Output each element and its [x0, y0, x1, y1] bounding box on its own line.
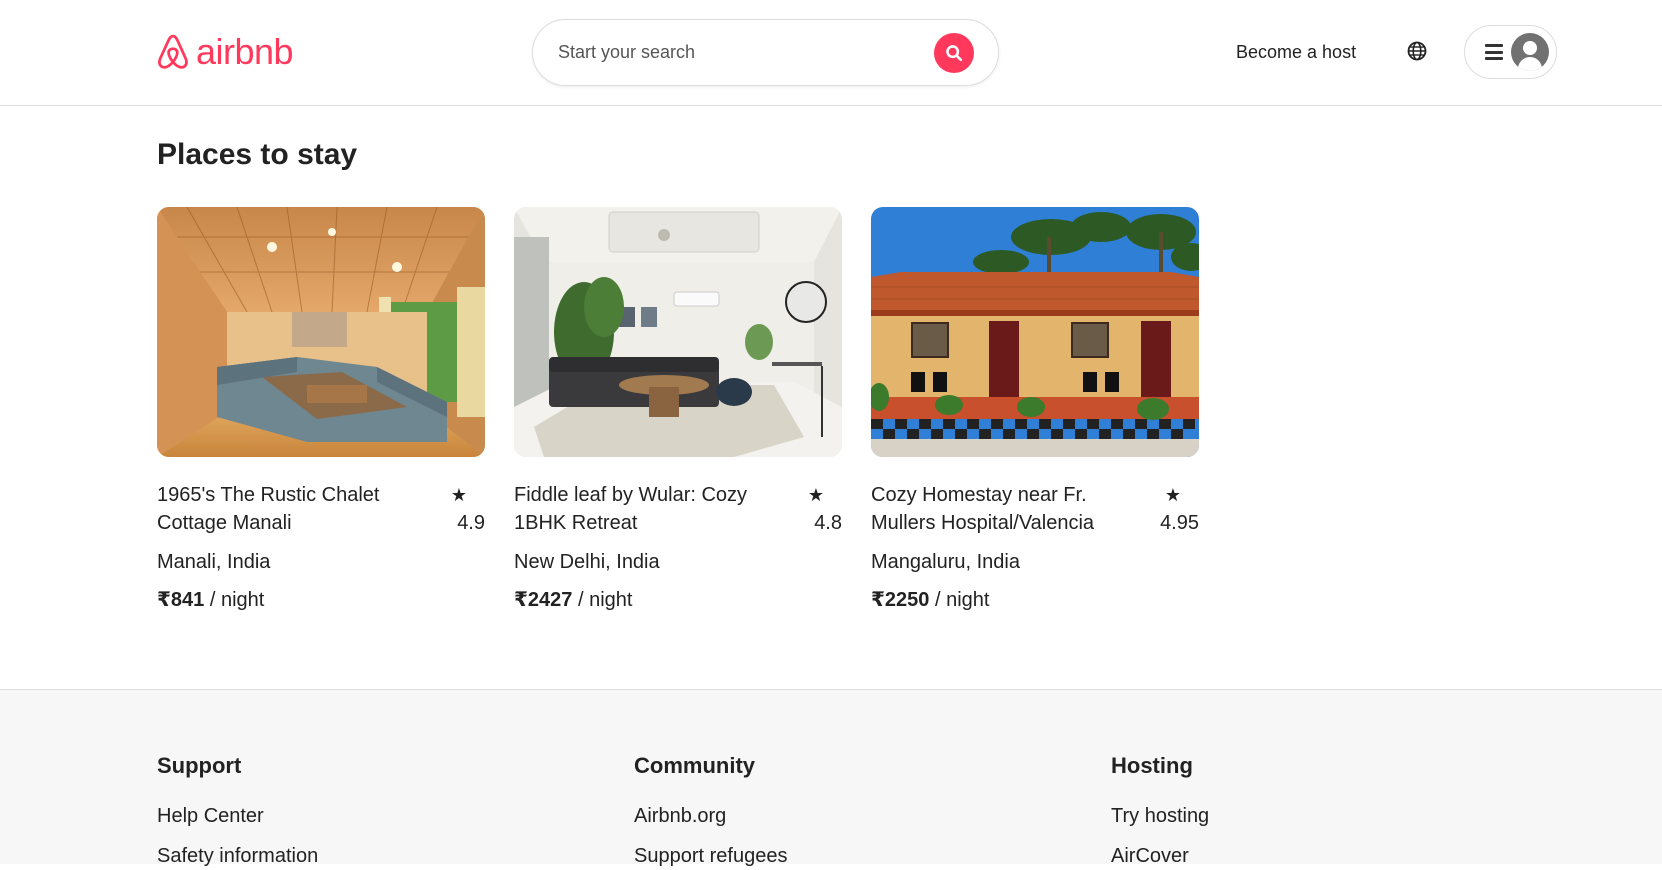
star-icon: ★	[450, 485, 468, 505]
star-icon: ★	[807, 485, 825, 505]
listing-title: 1965's The Rustic Chalet Cottage Manali	[157, 484, 380, 534]
become-host-link[interactable]: Become a host	[1236, 40, 1356, 64]
menu-icon	[1485, 44, 1503, 60]
site-footer: Support Help Center Safety information C…	[0, 689, 1662, 867]
listing-location: New Delhi, India	[514, 551, 660, 573]
price-amount: ₹2427	[514, 589, 573, 611]
footer-column-support: Support Help Center Safety information	[157, 752, 318, 870]
listing-location: Mangaluru, India	[871, 551, 1020, 573]
price-amount: ₹841	[157, 589, 205, 611]
user-menu-button[interactable]	[1464, 25, 1557, 79]
footer-link-support-refugees[interactable]: Support refugees	[634, 842, 787, 870]
footer-link-airbnb-org[interactable]: Airbnb.org	[634, 802, 787, 830]
airbnb-logo[interactable]: airbnb	[156, 31, 294, 72]
avatar-icon	[1511, 33, 1549, 71]
listing-price: ₹2427 / night	[514, 586, 842, 614]
rating-value: 4.95	[1160, 512, 1199, 534]
listing-card[interactable]: 1965's The Rustic Chalet Cottage Manali …	[157, 207, 485, 614]
footer-heading: Hosting	[1111, 753, 1193, 778]
logo-text: airbnb	[196, 31, 294, 72]
price-amount: ₹2250	[871, 589, 930, 611]
page-title: Places to stay	[157, 138, 358, 171]
listing-price: ₹841 / night	[157, 586, 485, 614]
footer-column-community: Community Airbnb.org Support refugees	[634, 752, 787, 870]
listing-photo[interactable]	[871, 207, 1199, 457]
listing-title: Cozy Homestay near Fr. Mullers Hospital/…	[871, 484, 1095, 534]
airbnb-logo-icon	[158, 34, 188, 69]
rating-value: 4.8	[814, 512, 842, 534]
listing-rating: ★ 4.95	[1147, 481, 1199, 537]
top-header: airbnb Become a host	[0, 0, 1662, 106]
listing-rating: ★ 4.9	[433, 481, 485, 537]
price-unit: / night	[204, 589, 265, 611]
footer-column-hosting: Hosting Try hosting AirCover	[1111, 752, 1209, 870]
star-icon: ★	[1164, 485, 1182, 505]
footer-link-help-center[interactable]: Help Center	[157, 802, 318, 830]
listing-card[interactable]: Fiddle leaf by Wular: Cozy 1BHK Retreat …	[514, 207, 842, 614]
footer-heading: Community	[634, 753, 755, 778]
search-bar[interactable]	[532, 19, 999, 86]
listing-photo[interactable]	[157, 207, 485, 457]
listing-title: Fiddle leaf by Wular: Cozy 1BHK Retreat	[514, 484, 748, 534]
price-unit: / night	[929, 589, 990, 611]
footer-link-safety-information[interactable]: Safety information	[157, 842, 318, 870]
price-unit: / night	[572, 589, 633, 611]
rating-value: 4.9	[457, 512, 485, 534]
globe-icon[interactable]	[1406, 40, 1428, 62]
listing-location: Manali, India	[157, 551, 271, 573]
listing-price: ₹2250 / night	[871, 586, 1199, 614]
listing-rating: ★ 4.8	[790, 481, 842, 537]
search-icon	[946, 45, 963, 62]
search-input[interactable]	[558, 42, 938, 63]
listing-photo[interactable]	[514, 207, 842, 457]
footer-link-try-hosting[interactable]: Try hosting	[1111, 802, 1209, 830]
listing-card[interactable]: Cozy Homestay near Fr. Mullers Hospital/…	[871, 207, 1199, 614]
footer-heading: Support	[157, 753, 242, 778]
footer-link-aircover[interactable]: AirCover	[1111, 842, 1209, 870]
search-button[interactable]	[934, 33, 974, 73]
